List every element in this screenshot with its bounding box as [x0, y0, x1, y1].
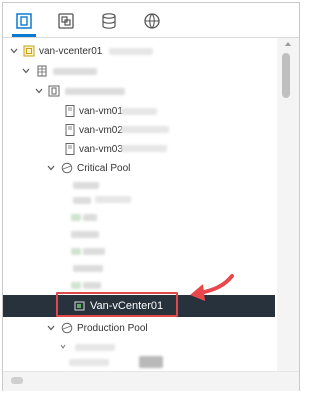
- redacted-text: [69, 359, 109, 366]
- host-icon: [64, 143, 76, 155]
- vm-label: van-vm03: [79, 143, 123, 155]
- redacted-text: [83, 282, 101, 289]
- redacted-text: [73, 197, 91, 204]
- chevron-down-icon[interactable]: [34, 86, 44, 96]
- tree-item-vm[interactable]: van-vm01: [3, 101, 275, 121]
- horizontal-scrollbar-thumb[interactable]: [11, 377, 23, 384]
- chevron-down-icon[interactable]: [46, 323, 56, 333]
- vms-templates-icon: [58, 13, 74, 29]
- vm-label: van-vm01: [79, 105, 123, 117]
- tree-item-vm[interactable]: van-vm02: [3, 120, 275, 140]
- redacted-text: [83, 214, 97, 221]
- redacted-text: [71, 231, 99, 238]
- highlight-box: [56, 292, 178, 317]
- tree-item-vcenter[interactable]: van-vcenter01: [3, 41, 275, 61]
- annotation-arrow-icon: [190, 274, 234, 301]
- redacted-text: [83, 248, 105, 255]
- resource-pool-icon: [61, 322, 73, 334]
- production-pool-label: Production Pool: [77, 322, 148, 334]
- redacted-text: [121, 108, 157, 115]
- host-icon: [64, 105, 76, 117]
- chevron-down-icon[interactable]: [21, 66, 31, 76]
- cluster-icon: [48, 85, 60, 97]
- vcenter-label: van-vcenter01: [39, 45, 103, 57]
- chevron-down-icon[interactable]: [9, 46, 19, 56]
- tree-item-cluster[interactable]: [3, 81, 275, 101]
- vm-label: van-vm02: [79, 124, 123, 136]
- vcenter-icon: [23, 45, 35, 57]
- redacted-text: [73, 182, 99, 189]
- networking-icon: [144, 13, 160, 29]
- redacted-text: [75, 344, 115, 351]
- redacted-text: [73, 265, 103, 272]
- tab-networking[interactable]: [139, 9, 165, 33]
- resource-pool-icon: [61, 162, 73, 174]
- storage-icon: [102, 13, 116, 29]
- tree-item-datacenter[interactable]: [3, 61, 275, 81]
- tree-item-vm[interactable]: van-vm03: [3, 139, 275, 159]
- redacted-text: [95, 196, 131, 203]
- scroll-up-icon[interactable]: [284, 41, 292, 47]
- tab-storage[interactable]: [96, 9, 122, 33]
- hosts-clusters-icon: [16, 13, 32, 29]
- redacted-icon: [71, 248, 81, 255]
- scrollbar-thumb[interactable]: [282, 53, 290, 98]
- redacted-icon: [71, 282, 81, 289]
- tab-vms-templates[interactable]: [53, 9, 79, 33]
- critical-pool-label: Critical Pool: [77, 162, 131, 174]
- navigator-tabbar: [3, 3, 299, 38]
- tab-hosts-clusters[interactable]: [11, 9, 37, 37]
- redacted-text: [109, 48, 153, 55]
- horizontal-scrollbar[interactable]: [3, 371, 299, 391]
- chevron-down-icon[interactable]: [46, 163, 56, 173]
- redacted-text: [65, 88, 125, 95]
- redacted-text: [53, 68, 97, 75]
- tree-item-redacted[interactable]: [3, 353, 275, 371]
- chevron-down-icon[interactable]: [58, 342, 68, 352]
- tree-item-production-pool[interactable]: Production Pool: [3, 318, 275, 338]
- redacted-text: [121, 145, 167, 152]
- redacted-icon: [71, 214, 81, 221]
- navigator-panel: van-vcenter01 van-vm01 van-vm02 van-vm03…: [2, 2, 300, 391]
- host-icon: [64, 124, 76, 136]
- redacted-text: [121, 126, 169, 133]
- redacted-text: [139, 356, 163, 368]
- inventory-tree: van-vcenter01 van-vm01 van-vm02 van-vm03…: [3, 38, 275, 371]
- datacenter-icon: [36, 65, 48, 77]
